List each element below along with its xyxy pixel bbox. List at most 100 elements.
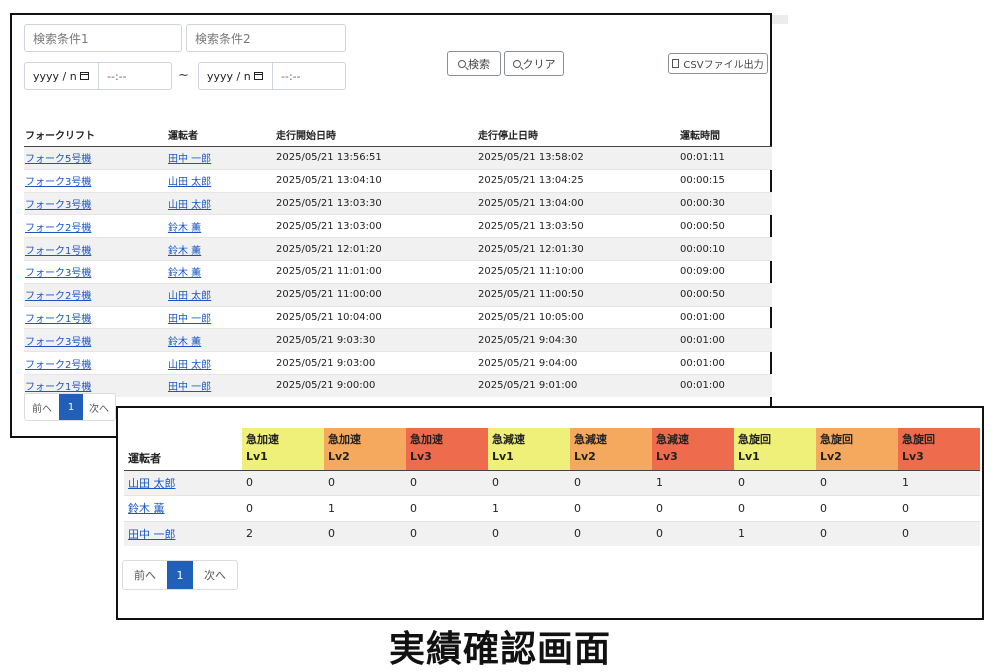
next-page-button[interactable]: 次へ [83, 394, 115, 420]
driver-link[interactable]: 田中 一郎 [168, 382, 211, 393]
table-cell: フォーク1号機 [24, 305, 168, 329]
event-count-cell: 0 [898, 520, 980, 546]
start-time-cell: 2025/05/21 9:03:30 [276, 334, 376, 346]
table-cell: 2025/05/21 11:00:50 [478, 282, 680, 307]
search-button[interactable]: 検索 [447, 51, 501, 76]
start-time-cell: 2025/05/21 9:03:00 [276, 357, 376, 369]
search-condition-2-input[interactable]: 検索条件2 [186, 24, 346, 52]
forklift-link[interactable]: フォーク1号機 [25, 382, 91, 393]
forklift-link[interactable]: フォーク1号機 [25, 246, 91, 257]
forklift-link[interactable]: フォーク2号機 [25, 360, 91, 371]
driver-link[interactable]: 山田 太郎 [168, 177, 211, 188]
start-time-field[interactable]: --:-- [99, 63, 171, 89]
current-page-button[interactable]: 1 [167, 561, 193, 589]
event-type-label: 急加速 [328, 433, 361, 446]
driver-link[interactable]: 鈴木 薫 [168, 268, 201, 279]
table-cell: 2025/05/21 9:04:00 [478, 351, 680, 375]
calendar-icon[interactable] [253, 72, 263, 80]
driver-link[interactable]: 田中 一郎 [128, 528, 176, 541]
table-cell: フォーク3号機 [24, 328, 168, 352]
clear-button[interactable]: クリア [504, 51, 564, 76]
start-time-cell: 2025/05/21 11:00:00 [276, 289, 382, 301]
stop-time-cell: 2025/05/21 9:04:00 [478, 357, 578, 369]
table-cell: 田中 一郎 [168, 305, 276, 329]
forklift-link[interactable]: フォーク2号機 [25, 291, 91, 302]
column-header-event: 急加速 Lv3 [406, 428, 488, 471]
table-row: フォーク2号機 山田 太郎 2025/05/21 11:00:00 2025/05/2… [24, 282, 772, 307]
table-cell: 2025/05/21 13:58:02 [478, 146, 680, 170]
forklift-link[interactable]: フォーク3号機 [25, 337, 91, 348]
driver-link[interactable]: 山田 太郎 [168, 291, 211, 302]
event-pagination: 前へ 1 次へ [122, 560, 238, 590]
stop-time-cell: 2025/05/21 13:03:50 [478, 220, 584, 232]
forklift-link[interactable]: フォーク3号機 [25, 200, 91, 211]
table-cell: 山田 太郎 [168, 191, 276, 215]
forklift-link[interactable]: フォーク2号機 [25, 223, 91, 234]
current-page-button[interactable]: 1 [59, 394, 83, 420]
column-header-event: 急旋回 Lv1 [734, 428, 816, 471]
table-cell: 00:00:30 [680, 191, 772, 215]
event-type-label: 急減速 [574, 433, 607, 446]
driver-link[interactable]: 田中 一郎 [168, 314, 211, 325]
table-cell: 鈴木 薫 [124, 495, 242, 521]
table-cell: 00:01:00 [680, 305, 772, 329]
table-cell: フォーク3号機 [24, 168, 168, 193]
table-header-row: フォークリフト 運転者 走行開始日時 走行停止日時 運転時間 [24, 123, 772, 147]
search-condition-1-input[interactable]: 検索条件1 [24, 24, 182, 52]
driver-link[interactable]: 鈴木 薫 [168, 223, 201, 234]
event-type-label: 急加速 [410, 433, 443, 446]
driver-link[interactable]: 山田 太郎 [128, 477, 176, 490]
prev-page-button[interactable]: 前へ [25, 394, 59, 420]
driver-link[interactable]: 鈴木 薫 [128, 502, 165, 515]
table-cell: 山田 太郎 [168, 351, 276, 375]
driver-link[interactable]: 田中 一郎 [168, 154, 211, 165]
end-date-field[interactable]: yyyy / n [199, 63, 273, 89]
forklift-link[interactable]: フォーク3号機 [25, 268, 91, 279]
event-count-cell: 0 [488, 469, 570, 496]
driver-link[interactable]: 鈴木 薫 [168, 337, 201, 348]
table-header-row: 運転者 急加速 Lv1 急加速 Lv2 急加速 Lv3 急減速 Lv1 急減速 Lv2 急減速 Lv3… [124, 428, 980, 471]
driver-link[interactable]: 鈴木 薫 [168, 246, 201, 257]
stop-time-cell: 2025/05/21 13:04:00 [478, 197, 584, 209]
search-icon [458, 59, 466, 68]
start-datetime-input[interactable]: yyyy / n --:-- [24, 62, 172, 90]
event-count-cell: 0 [570, 469, 652, 496]
operation-log-table: フォークリフト 運転者 走行開始日時 走行停止日時 運転時間 フォーク5号機田中… [24, 123, 772, 397]
next-page-button[interactable]: 次へ [193, 561, 237, 589]
table-cell: フォーク3号機 [24, 191, 168, 215]
table-cell: フォーク5号機 [24, 146, 168, 170]
forklift-link[interactable]: フォーク1号機 [25, 314, 91, 325]
table-cell: 2025/05/21 10:05:00 [478, 305, 680, 329]
forklift-link[interactable]: フォーク5号機 [25, 154, 91, 165]
event-count-cell: 0 [570, 495, 652, 521]
end-time-value: --:-- [281, 69, 301, 83]
column-header-driver: 運転者 [168, 123, 276, 147]
calendar-icon[interactable] [79, 72, 89, 80]
stop-time-cell: 2025/05/21 11:00:50 [478, 289, 584, 301]
event-count-cell: 0 [652, 495, 734, 521]
prev-page-button[interactable]: 前へ [123, 561, 167, 589]
table-row: フォーク1号機 鈴木 薫 2025/05/21 12:01:20 2025/05/21… [24, 237, 772, 261]
table-row: フォーク1号機 田中 一郎 2025/05/21 9:00:00 2025/05/21… [24, 373, 772, 397]
start-date-field[interactable]: yyyy / n [25, 63, 99, 89]
event-count-cell: 0 [324, 520, 406, 546]
table-row: フォーク3号機 山田 太郎 2025/05/21 13:04:10 2025/05/2… [24, 168, 772, 193]
csv-export-button[interactable]: CSVファイル出力 [668, 53, 768, 74]
start-time-cell: 2025/05/21 13:03:30 [276, 197, 382, 209]
table-row: フォーク3号機 鈴木 薫 2025/05/21 11:01:00 2025/05/21… [24, 259, 772, 284]
driver-link[interactable]: 山田 太郎 [168, 360, 211, 371]
event-count-cell: 0 [816, 469, 898, 496]
event-count-cell: 0 [734, 469, 816, 496]
search-icon [512, 59, 521, 68]
driver-link[interactable]: 山田 太郎 [168, 200, 211, 211]
forklift-link[interactable]: フォーク3号機 [25, 177, 91, 188]
end-time-field[interactable]: --:-- [273, 63, 345, 89]
end-date-value: yyyy / n [207, 69, 251, 83]
event-count-cell: 0 [242, 495, 324, 521]
file-icon [672, 59, 680, 68]
csv-export-label: CSVファイル出力 [683, 60, 764, 71]
end-datetime-input[interactable]: yyyy / n --:-- [198, 62, 346, 90]
table-cell: 鈴木 薫 [168, 259, 276, 284]
table-cell: 2025/05/21 13:04:10 [276, 168, 478, 193]
clear-button-label: クリア [522, 57, 556, 71]
